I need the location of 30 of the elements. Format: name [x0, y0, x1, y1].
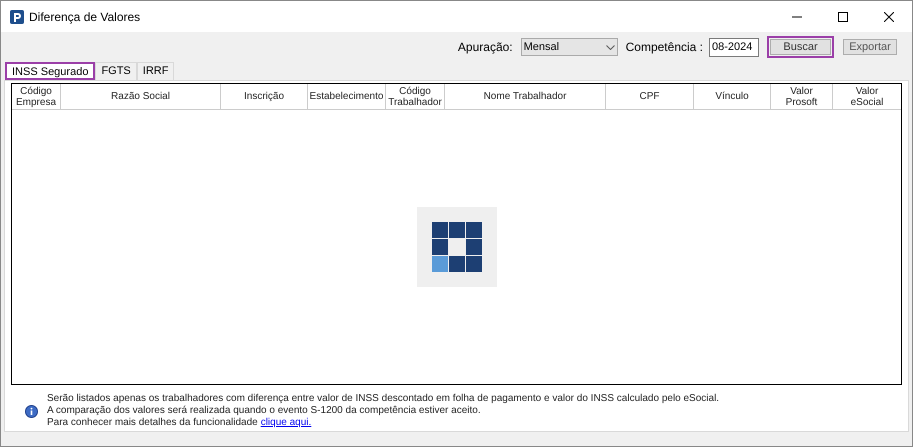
info-icon [25, 404, 38, 418]
caret-icon [606, 44, 615, 50]
column-header[interactable]: Estabelecimento [308, 84, 386, 109]
loading-spinner-icon [416, 207, 496, 287]
info-text: A comparação dos valores será realizada quando o evento S-1200 da competência estiver aceito. [47, 405, 482, 417]
tab[interactable]: IRRF [136, 62, 174, 80]
window-title: Diferença de Valores [29, 8, 140, 26]
column-header[interactable]: Nome Trabalhador [445, 84, 606, 109]
column-header[interactable]: CPF [606, 84, 694, 109]
column-header[interactable]: Valor Prosoft [771, 84, 833, 109]
action-button[interactable]: Buscar [767, 36, 834, 58]
apuracao-label: Apuração: [458, 39, 513, 56]
tab[interactable]: FGTS [95, 62, 137, 80]
column-header[interactable]: Código Trabalhador [386, 84, 445, 109]
info-text: Para conhecer mais detalhes da funcionalidade [47, 417, 258, 429]
apuracao-dropdown[interactable]: Mensal [520, 38, 618, 56]
app-logo-icon [10, 10, 24, 24]
column-header[interactable]: Valor eSocial [833, 84, 901, 109]
competencia-field[interactable]: 08-2024 [709, 38, 759, 56]
close-icon[interactable] [884, 12, 894, 22]
maximize-icon[interactable] [838, 12, 848, 22]
column-header[interactable]: Inscrição [221, 84, 308, 109]
column-header[interactable]: Razão Social [61, 84, 221, 109]
action-button[interactable]: Exportar [840, 36, 900, 58]
info-text: Serão listados apenas os trabalhadores com diferença entre valor de INSS descontado em folha de pagamento e valor do INSS calculado pelo eSocial. [47, 393, 720, 405]
tab[interactable]: INSS Segurado [5, 62, 96, 80]
column-header[interactable]: Vínculo [694, 84, 771, 109]
column-header[interactable]: Código Empresa [12, 84, 61, 109]
competencia-label: Competência : [626, 39, 703, 56]
details-link[interactable]: clique aqui. [260, 417, 312, 429]
